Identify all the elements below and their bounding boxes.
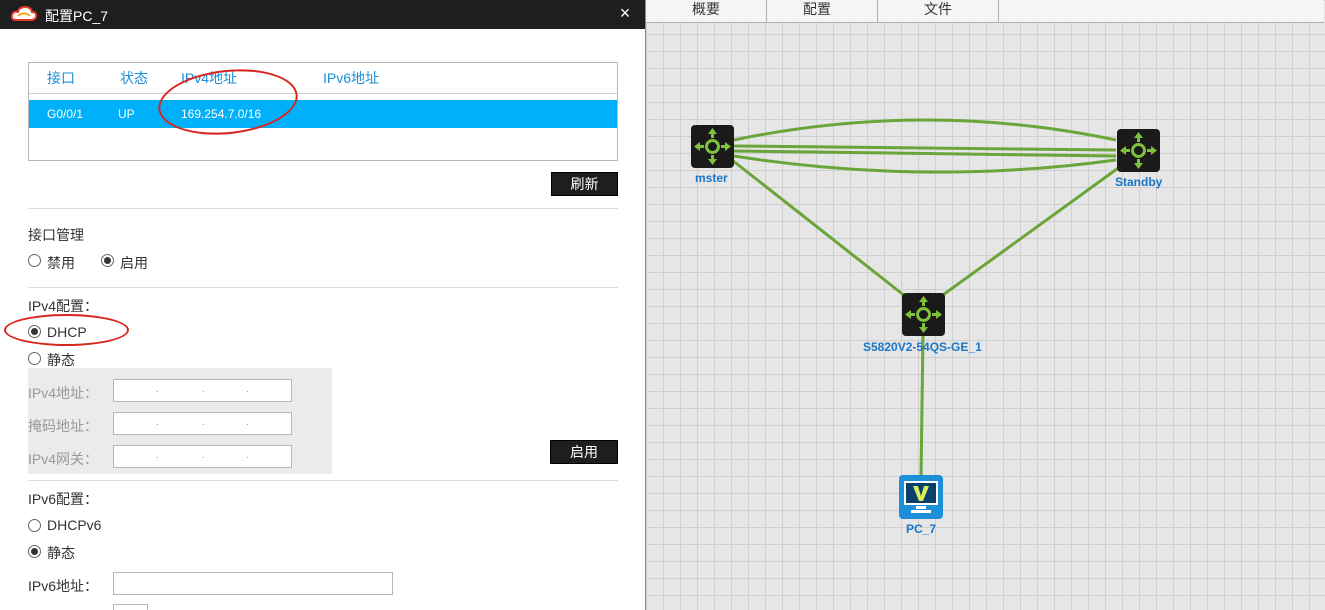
tab-files[interactable]: 文件 — [878, 0, 999, 22]
radio-ipv4-static-label: 静态 — [47, 352, 75, 368]
divider — [28, 287, 618, 288]
ipv4-addr-label: IPv4地址： — [28, 385, 99, 401]
link-standby-switch — [935, 164, 1122, 302]
refresh-button[interactable]: 刷新 — [551, 172, 618, 196]
table-header: 接口 状态 IPv4地址 IPv6地址 — [29, 63, 617, 94]
node-standby[interactable] — [1117, 129, 1160, 177]
radio-enable[interactable] — [101, 254, 114, 267]
col-header-interface: 接口 — [47, 70, 75, 86]
mask-label: 掩码地址： — [28, 418, 98, 434]
radio-ipv6-dhcpv6-label: DHCPv6 — [47, 517, 102, 533]
interface-table: 接口 状态 IPv4地址 IPv6地址 G0/0/1 UP 169.254.7.… — [28, 62, 618, 161]
close-icon[interactable]: × — [612, 3, 638, 24]
tab-overview[interactable]: 概要 — [646, 0, 767, 22]
node-label-pc7: PC_7 — [906, 522, 937, 536]
node-switch[interactable] — [902, 293, 945, 341]
link-switch-pc — [919, 333, 925, 479]
gateway-label: IPv4网关： — [28, 451, 99, 467]
node-label-mster: mster — [695, 171, 728, 185]
node-label-standby: Standby — [1115, 175, 1163, 189]
iface-mgmt-title: 接口管理 — [28, 227, 84, 243]
node-mster[interactable] — [691, 125, 734, 173]
radio-ipv6-dhcpv6[interactable] — [28, 519, 41, 532]
node-pc7[interactable] — [899, 475, 943, 524]
cell-status: UP — [118, 107, 135, 121]
ipv4-address-field[interactable]: ... — [113, 379, 292, 402]
link-mster-standby-4 — [733, 154, 1117, 174]
link-mster-standby-1 — [733, 118, 1117, 142]
radio-ipv6-static-label: 静态 — [47, 545, 75, 561]
switch-icon — [902, 293, 945, 336]
cloud-logo-icon — [10, 5, 38, 28]
ipv4-config-title: IPv4配置： — [28, 298, 99, 314]
radio-enable-label: 启用 — [120, 255, 148, 271]
divider — [28, 480, 618, 481]
ipv6-addr-label: IPv6地址： — [28, 578, 99, 594]
radio-disable-label: 禁用 — [47, 255, 75, 271]
cell-interface: G0/0/1 — [47, 107, 84, 121]
radio-disable[interactable] — [28, 254, 41, 267]
dialog-titlebar: 配置PC_7 × — [0, 0, 645, 29]
pc-icon — [899, 475, 943, 519]
node-label-switch: S5820V2-54QS-GE_1 — [863, 340, 982, 354]
annotation-ellipse-dhcp — [4, 314, 129, 346]
mask-address-field[interactable]: ... — [113, 412, 292, 435]
router-icon — [691, 125, 734, 168]
router-icon — [1117, 129, 1160, 172]
gateway-address-field[interactable]: ... — [113, 445, 292, 468]
link-mster-switch — [731, 158, 911, 302]
ipv6-prefix-field[interactable] — [113, 604, 148, 610]
col-header-ipv6: IPv6地址 — [323, 70, 380, 86]
topology-canvas[interactable]: mster Standby S5820V2-54QS-GE_1 PC_7 — [646, 0, 1325, 610]
ipv6-address-field[interactable] — [113, 572, 393, 595]
canvas-tabs: 概要 配置 文件 — [646, 0, 1324, 23]
col-header-status: 状态 — [120, 70, 148, 86]
ipv4-static-panel: IPv4地址： ... 掩码地址： ... IPv4网关： ... — [28, 368, 332, 474]
dialog-title: 配置PC_7 — [45, 8, 109, 24]
apply-ipv4-button[interactable]: 启用 — [550, 440, 618, 464]
link-mster-standby-3 — [733, 149, 1117, 158]
tab-config[interactable]: 配置 — [757, 0, 878, 22]
topology-links — [731, 118, 1122, 479]
config-dialog: 配置PC_7 × 接口 状态 IPv4地址 IPv6地址 G0/0/1 UP 1… — [0, 0, 646, 610]
ipv6-config-title: IPv6配置： — [28, 491, 99, 507]
radio-ipv4-static[interactable] — [28, 352, 41, 365]
link-mster-standby-2 — [733, 144, 1117, 152]
table-row[interactable]: G0/0/1 UP 169.254.7.0/16 — [29, 100, 617, 128]
radio-ipv6-static[interactable] — [28, 545, 41, 558]
divider — [28, 208, 618, 209]
